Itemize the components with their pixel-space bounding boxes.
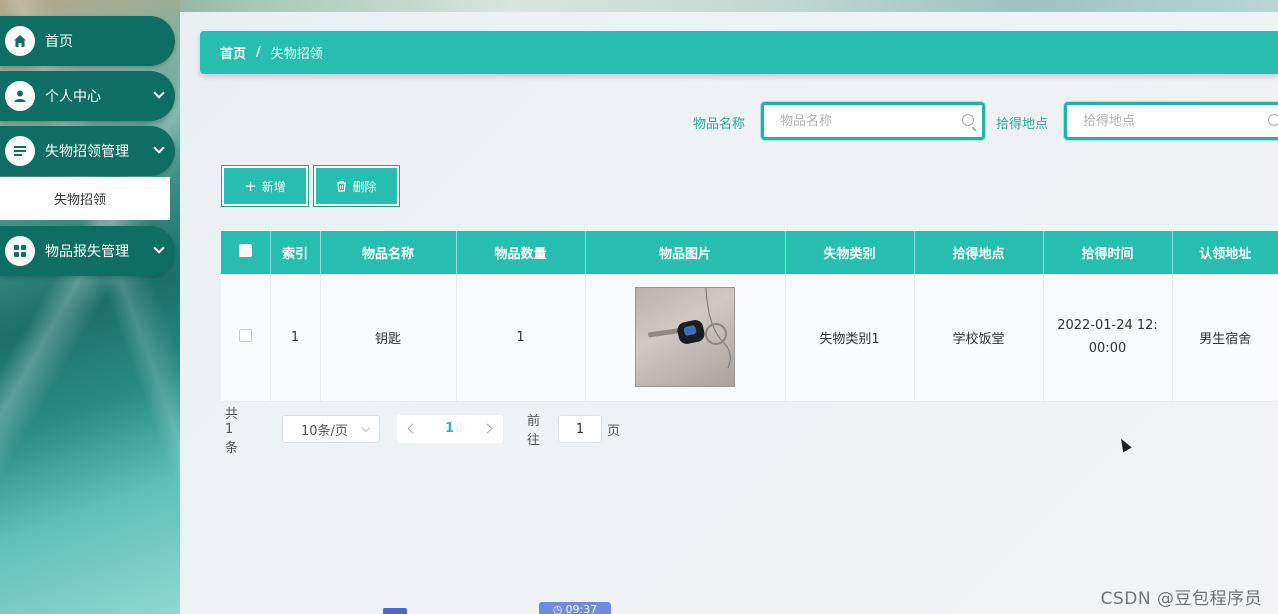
chevron-down-icon — [153, 142, 165, 154]
recording-timer: ◷ 09:37 — [539, 602, 611, 614]
cell-category: 失物类别1 — [785, 274, 915, 402]
sidebar-item-personal-center[interactable]: 个人中心 — [0, 71, 175, 121]
sidebar-item-home[interactable]: 首页 — [0, 16, 175, 66]
search-icon — [1268, 114, 1278, 126]
sidebar-subitem-label: 失物招领 — [53, 193, 106, 208]
sidebar-item-label: 物品报失管理 — [45, 244, 129, 260]
chevron-down-icon — [153, 87, 165, 99]
delete-button[interactable]: 删除 — [313, 165, 400, 207]
cell-time: 2022-01-24 12: 00:00 — [1043, 274, 1173, 402]
sidebar-item-label: 个人中心 — [45, 89, 101, 105]
cell-quantity: 1 — [456, 274, 586, 402]
table-header-row: 索引 物品名称 物品数量 物品图片 失物类别 拾得地点 拾得时间 认领地址 — [221, 231, 1278, 274]
home-icon — [5, 26, 35, 56]
col-header-claim-address: 认领地址 — [1172, 231, 1278, 274]
breadcrumb: 首页 / 失物招领 — [200, 31, 1278, 74]
breadcrumb-current: 失物招领 — [270, 47, 323, 62]
col-header-index: 索引 — [270, 231, 321, 274]
plus-icon: + — [244, 176, 257, 195]
col-header-time: 拾得时间 — [1043, 231, 1173, 274]
sidebar-item-label: 首页 — [45, 34, 73, 50]
current-page[interactable]: 1 — [445, 421, 454, 436]
cell-image — [585, 274, 786, 402]
delete-button-label: 删除 — [352, 179, 377, 194]
grid-icon — [5, 236, 35, 266]
col-header-image: 物品图片 — [585, 231, 786, 274]
chevron-down-icon — [153, 242, 165, 254]
sidebar-item-lost-found-management[interactable]: 失物招领管理 — [0, 126, 175, 176]
cell-item-name: 钥匙 — [320, 274, 457, 402]
mouse-cursor — [1114, 434, 1134, 454]
cell-claim-address: 男生宿舍 — [1172, 274, 1278, 402]
next-page-icon[interactable] — [482, 423, 493, 434]
cell-time-line2: 00:00 — [1088, 341, 1127, 357]
taskbar-indicator — [383, 608, 407, 614]
location-input[interactable] — [1083, 113, 1278, 129]
row-checkbox[interactable] — [238, 328, 252, 342]
sidebar: 首页 个人中心 失物招领管理 失物招领 物品报失管理 — [0, 0, 180, 614]
col-header-item-name: 物品名称 — [320, 231, 457, 274]
cell-location: 学校饭堂 — [914, 274, 1044, 402]
goto-page-input[interactable]: 1 — [558, 415, 602, 443]
lost-items-table: 索引 物品名称 物品数量 物品图片 失物类别 拾得地点 拾得时间 认领地址 1 … — [221, 231, 1278, 402]
cell-index: 1 — [270, 274, 321, 402]
prev-page-icon[interactable] — [407, 423, 418, 434]
item-name-input[interactable] — [780, 113, 982, 129]
page-suffix: 页 — [607, 423, 621, 439]
add-button-label: 新增 — [261, 179, 286, 194]
sidebar-item-lost-report-management[interactable]: 物品报失管理 — [0, 226, 175, 276]
select-all-checkbox[interactable] — [238, 244, 252, 257]
breadcrumb-home[interactable]: 首页 — [220, 43, 246, 62]
list-icon — [5, 136, 35, 166]
watermark: CSDN @豆包程序员 — [1100, 589, 1262, 609]
location-search-box — [1064, 102, 1278, 140]
page-size-select[interactable]: 10条/页 — [282, 415, 380, 443]
row-select-cell[interactable] — [221, 274, 271, 402]
timer-value: 09:37 — [565, 603, 598, 614]
page-size-value: 10条/页 — [301, 423, 348, 439]
trash-icon — [337, 180, 347, 192]
keys-photo[interactable] — [635, 287, 735, 388]
item-name-search-box — [761, 102, 985, 140]
sidebar-subitem-lost-found[interactable]: 失物招领 — [0, 177, 170, 220]
breadcrumb-separator: / — [256, 45, 261, 60]
user-icon — [5, 81, 35, 111]
add-button[interactable]: + 新增 — [221, 165, 309, 207]
item-name-label: 物品名称 — [693, 117, 746, 132]
goto-label: 前往 — [527, 414, 541, 448]
page-navigator: 1 — [397, 415, 503, 443]
col-header-location: 拾得地点 — [914, 231, 1044, 274]
top-decorative-strip — [0, 0, 1278, 12]
sidebar-item-label: 失物招领管理 — [45, 144, 129, 160]
table-row[interactable]: 1 钥匙 1 失物类别1 学校饭堂 2022-01-24 12: 00:00 男… — [221, 274, 1278, 402]
clock-icon: ◷ — [552, 603, 563, 614]
total-count: 共 1 条 — [225, 406, 239, 456]
chevron-down-icon — [361, 423, 371, 433]
cell-time-line1: 2022-01-24 12: — [1057, 318, 1158, 334]
location-label: 拾得地点 — [996, 117, 1049, 132]
select-all-cell[interactable] — [221, 231, 271, 274]
search-icon — [962, 114, 974, 126]
col-header-category: 失物类别 — [785, 231, 915, 274]
col-header-quantity: 物品数量 — [456, 231, 586, 274]
